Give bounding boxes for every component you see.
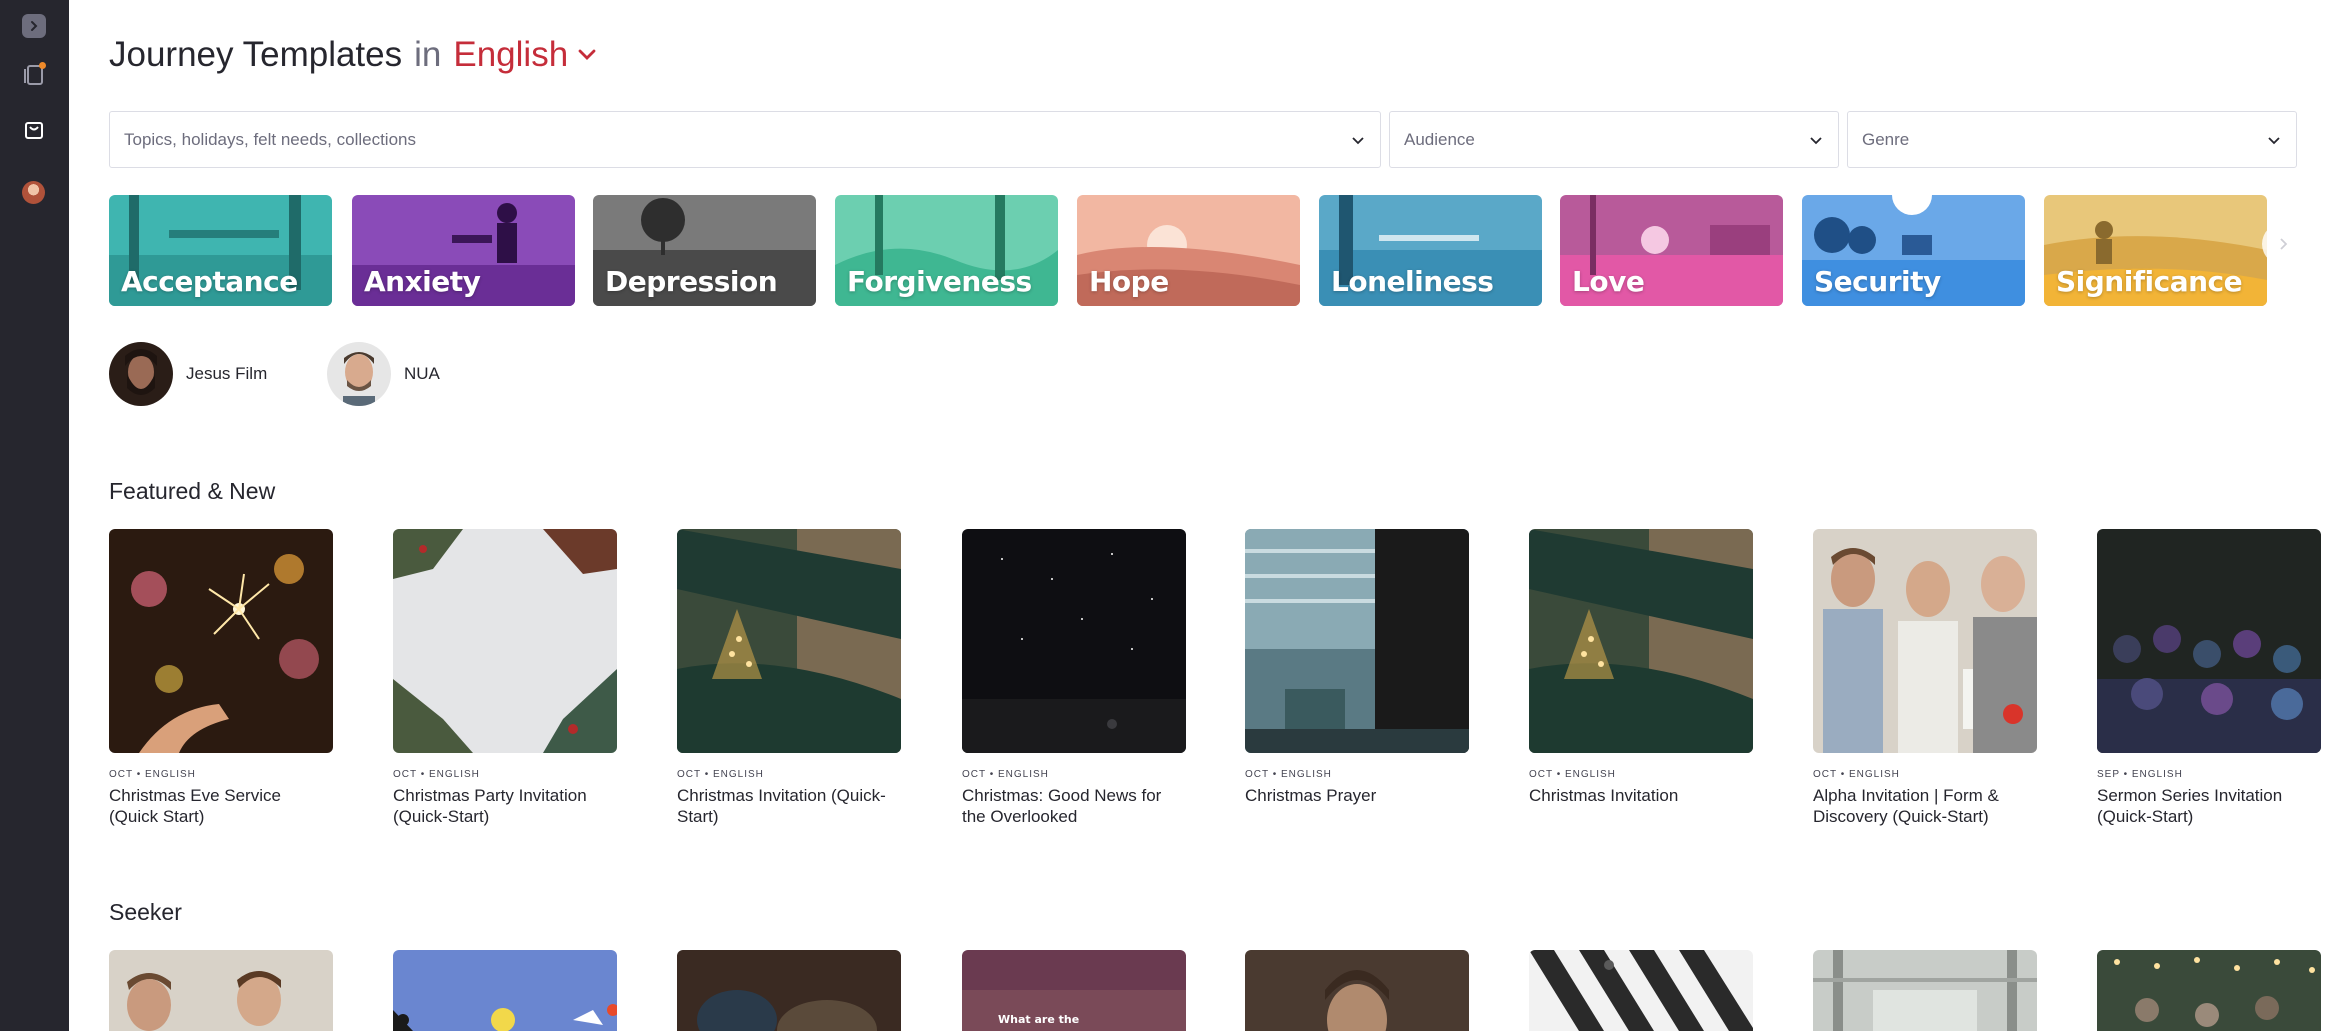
seeker-section-title: Seeker	[109, 899, 182, 925]
page-title: Journey Templates in English	[109, 30, 596, 80]
template-title: Christmas Party Invitation (Quick-Start)	[393, 786, 587, 826]
template-meta: OCT • ENGLISH	[1529, 769, 1616, 780]
template-card[interactable]: OCT • ENGLISH Alpha Invitation | Form & …	[1813, 529, 2037, 827]
template-meta: OCT • ENGLISH	[677, 769, 764, 780]
seeker-template-card[interactable]	[677, 950, 901, 1031]
template-card[interactable]: OCT • ENGLISH Christmas Invitation (Quic…	[677, 529, 901, 827]
tag-label: Depression	[605, 265, 778, 298]
genre-select[interactable]: Genre	[1847, 111, 2297, 168]
template-card[interactable]: OCT • ENGLISH Christmas Eve Service (Qui…	[109, 529, 333, 827]
seeker-thumb-caption: What are the	[998, 1013, 1079, 1026]
template-meta: OCT • ENGLISH	[962, 769, 1049, 780]
chevron-right-icon	[2280, 238, 2288, 250]
template-card[interactable]: OCT • ENGLISH Christmas Invitation	[1529, 529, 1753, 806]
template-card[interactable]: OCT • ENGLISH Christmas Prayer	[1245, 529, 1469, 806]
seeker-template-card[interactable]	[109, 950, 333, 1031]
featured-section-title: Featured & New	[109, 478, 276, 504]
seeker-template-card[interactable]	[1529, 950, 1753, 1031]
tag-carousel: Acceptance Anxiety Depression Forgivenes…	[109, 195, 2337, 307]
creator-name: NUA	[404, 364, 440, 383]
seeker-template-card[interactable]	[1813, 950, 2037, 1031]
genre-placeholder: Genre	[1862, 129, 1910, 149]
seeker-template-card[interactable]: What are the	[962, 950, 1186, 1031]
seeker-template-card[interactable]	[1245, 950, 1469, 1031]
notification-dot	[39, 62, 46, 69]
audience-placeholder: Audience	[1404, 129, 1475, 149]
template-title: Christmas Invitation	[1529, 786, 1679, 805]
user-avatar[interactable]	[22, 181, 45, 204]
template-title: Alpha Invitation | Form & Discovery (Qui…	[1813, 786, 1999, 826]
template-card[interactable]: OCT • ENGLISH Christmas: Good News for t…	[962, 529, 1186, 827]
template-meta: SEP • ENGLISH	[2097, 769, 2183, 780]
template-meta: OCT • ENGLISH	[393, 769, 480, 780]
chevron-down-icon	[1352, 137, 1364, 145]
template-card[interactable]: SEP • ENGLISH Sermon Series Invitation (…	[2097, 529, 2321, 827]
tag-label: Loneliness	[1331, 265, 1494, 298]
creator-nua[interactable]: NUA	[327, 341, 440, 407]
tag-card-significance[interactable]: Significance	[2044, 195, 2267, 306]
creator-avatar	[109, 342, 173, 406]
template-image	[677, 529, 901, 753]
template-image	[109, 529, 333, 753]
template-title: Christmas Invitation (Quick-Start)	[677, 786, 886, 826]
template-image	[393, 529, 617, 753]
template-title: Christmas Prayer	[1245, 786, 1377, 805]
tag-label: Hope	[1089, 265, 1169, 298]
tag-label: Forgiveness	[847, 265, 1032, 298]
tag-card-anxiety[interactable]: Anxiety	[352, 195, 575, 306]
language-selector[interactable]: English	[453, 35, 596, 75]
tag-card-love[interactable]: Love	[1560, 195, 1783, 306]
sidebar-expand-button[interactable]	[22, 14, 46, 38]
template-card[interactable]: OCT • ENGLISH Christmas Party Invitation…	[393, 529, 617, 827]
topics-select[interactable]: Topics, holidays, felt needs, collection…	[109, 111, 1381, 168]
tag-label: Love	[1572, 265, 1645, 298]
template-image	[1245, 529, 1469, 753]
sidebar	[0, 0, 69, 1031]
tag-label: Significance	[2056, 265, 2243, 298]
template-meta: OCT • ENGLISH	[1245, 769, 1332, 780]
template-meta: OCT • ENGLISH	[1813, 769, 1900, 780]
tag-label: Anxiety	[364, 265, 481, 298]
seeker-template-card[interactable]	[2097, 950, 2321, 1031]
tag-card-depression[interactable]: Depression	[593, 195, 816, 306]
page-title-connector: in	[414, 35, 442, 74]
main-content: Journey Templates in English Topics, hol…	[109, 0, 2337, 1031]
template-image	[1813, 529, 2037, 753]
chevron-down-icon	[578, 49, 596, 60]
chevron-down-icon	[1810, 137, 1822, 145]
page-title-text: Journey Templates	[109, 35, 403, 74]
creator-jesus-film[interactable]: Jesus Film	[109, 341, 267, 407]
seeker-template-card[interactable]	[393, 950, 617, 1031]
language-label: English	[453, 35, 569, 74]
template-image	[962, 529, 1186, 753]
chevron-right-icon	[31, 21, 38, 31]
tag-card-security[interactable]: Security	[1802, 195, 2025, 306]
audience-select[interactable]: Audience	[1389, 111, 1839, 168]
template-meta: OCT • ENGLISH	[109, 769, 196, 780]
template-title: Christmas: Good News for the Overlooked	[962, 786, 1162, 826]
templates-nav-button[interactable]	[20, 116, 48, 144]
tag-label: Acceptance	[121, 265, 298, 298]
template-title: Christmas Eve Service (Quick Start)	[109, 786, 281, 826]
template-title: Sermon Series Invitation (Quick-Start)	[2097, 786, 2283, 826]
tag-label: Security	[1814, 265, 1941, 298]
creator-name: Jesus Film	[186, 364, 268, 383]
carousel-next-button[interactable]	[2262, 223, 2304, 265]
creator-avatar	[327, 342, 391, 406]
journeys-nav-button[interactable]	[20, 61, 48, 89]
tag-card-acceptance[interactable]: Acceptance	[109, 195, 332, 306]
chevron-down-icon	[2268, 137, 2280, 145]
tag-card-forgiveness[interactable]: Forgiveness	[835, 195, 1058, 306]
topics-placeholder: Topics, holidays, felt needs, collection…	[124, 129, 416, 149]
tag-card-hope[interactable]: Hope	[1077, 195, 1300, 306]
template-image	[2097, 529, 2321, 753]
tag-card-loneliness[interactable]: Loneliness	[1319, 195, 1542, 306]
template-image	[1529, 529, 1753, 753]
shopping-bag-icon	[25, 122, 43, 139]
